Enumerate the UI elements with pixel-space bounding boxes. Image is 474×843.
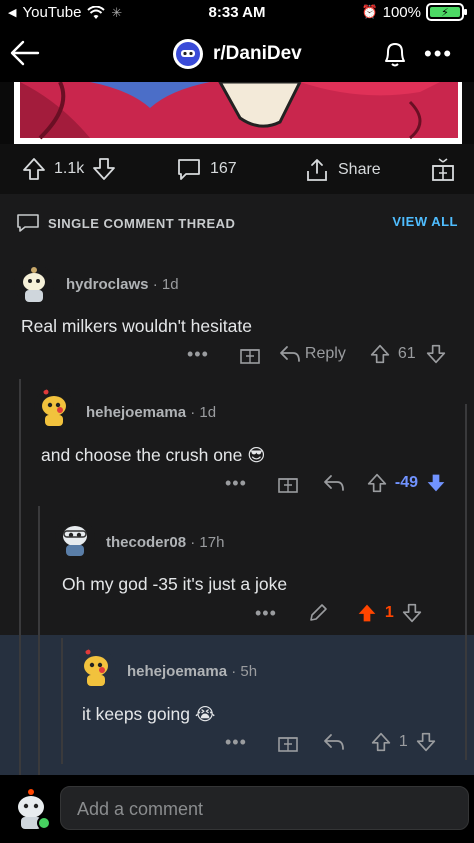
username[interactable]: hehejoemama [127, 663, 227, 680]
comments-button[interactable]: 167 [176, 157, 237, 181]
upvote-icon[interactable] [371, 732, 391, 752]
comment-body: and choose the crush one 😎 [41, 445, 266, 466]
more-options-icon[interactable]: ••• [424, 41, 453, 67]
avatar[interactable] [55, 518, 95, 558]
thread-line [38, 506, 40, 775]
top-nav: r/DaniDev ••• [0, 26, 474, 82]
subreddit-link[interactable]: r/DaniDev [173, 39, 302, 69]
current-user-avatar[interactable] [10, 787, 52, 831]
thread-line [465, 404, 467, 760]
edit-icon[interactable] [307, 602, 329, 624]
comment-actions: ••• -49 [225, 472, 446, 494]
comment-actions: ••• Reply 61 [187, 343, 446, 365]
bell-icon[interactable] [380, 38, 410, 70]
comment-icon [178, 159, 200, 180]
comment-meta: hydroclaws · 1d [66, 276, 179, 293]
comment-body: it keeps going 😭 [82, 704, 215, 725]
add-comment-input[interactable]: Add a comment [60, 786, 469, 830]
avatar[interactable] [14, 264, 54, 304]
downvote-icon[interactable] [92, 157, 116, 181]
comment-age: 17h [199, 534, 225, 551]
view-all-link[interactable]: VIEW ALL [392, 214, 458, 229]
alarm-icon: ⏰ [361, 4, 378, 19]
avatar[interactable] [34, 388, 74, 428]
back-arrow-icon[interactable] [8, 36, 42, 70]
upvote-icon[interactable] [370, 344, 390, 364]
reply-label[interactable]: Reply [305, 345, 346, 363]
battery-icon: ⚡ [426, 3, 467, 21]
award-button[interactable] [430, 157, 456, 183]
add-comment-placeholder: Add a comment [77, 799, 204, 819]
comment-body: Real milkers wouldn't hesitate [21, 316, 252, 336]
more-icon[interactable]: ••• [187, 344, 209, 365]
comment-count: 167 [210, 160, 237, 177]
post-score: 1.1k [54, 160, 85, 177]
comment-score: 1 [398, 733, 408, 750]
comment-score: 1 [384, 604, 394, 621]
comment-actions: ••• 1 [225, 731, 436, 753]
comment-body: Oh my god -35 it's just a joke [62, 574, 288, 594]
downvote-icon[interactable] [416, 732, 436, 752]
comment-meta: hehejoemama · 5h [127, 663, 258, 680]
upvote-active-icon[interactable] [357, 603, 377, 623]
post-image[interactable] [0, 82, 474, 144]
upvote-icon[interactable] [367, 473, 387, 493]
thread-line [19, 379, 21, 775]
post-action-bar: 1.1k 167 Share [0, 144, 474, 194]
comment-meta: hehejoemama · 1d [86, 404, 217, 421]
share-icon [307, 159, 327, 181]
downvote-active-icon[interactable] [426, 473, 446, 493]
avatar[interactable] [76, 648, 116, 688]
comment-thread-icon [17, 214, 39, 232]
comment-score: -49 [394, 474, 419, 491]
thread-label: SINGLE COMMENT THREAD [48, 215, 236, 231]
share-button[interactable]: Share [304, 157, 381, 183]
comment-age: 1d [199, 404, 217, 421]
upvote-icon[interactable] [22, 157, 46, 181]
comment-text: and choose the crush one [41, 445, 243, 465]
reply-icon[interactable] [323, 474, 345, 492]
post-vote: 1.1k [22, 157, 116, 181]
comment-composer: Add a comment [0, 775, 474, 843]
share-label: Share [338, 161, 381, 178]
comment-text: it keeps going [82, 704, 190, 724]
subreddit-avatar [173, 39, 203, 69]
downvote-icon[interactable] [426, 344, 446, 364]
comment-meta: thecoder08 · 17h [106, 534, 225, 551]
subreddit-name: r/DaniDev [213, 43, 302, 64]
emoji: 😭 [194, 704, 216, 724]
comment-actions: ••• 1 [255, 602, 422, 624]
gift-icon[interactable] [239, 343, 261, 365]
comment-age: 5h [240, 663, 258, 680]
comment-thread: hydroclaws · 1d Real milkers wouldn't he… [0, 248, 474, 775]
emoji: 😎 [247, 445, 266, 465]
username[interactable]: hehejoemama [86, 404, 186, 421]
downvote-icon[interactable] [402, 603, 422, 623]
gift-icon [432, 158, 454, 181]
status-bar: ◀ YouTube ✳ 8:33 AM ⏰ 100% ⚡ [0, 0, 474, 26]
gift-icon[interactable] [277, 731, 299, 753]
more-icon[interactable]: ••• [225, 473, 247, 494]
highlighted-comment-bg [0, 635, 474, 775]
comment-score: 61 [397, 345, 416, 362]
username[interactable]: thecoder08 [106, 534, 186, 551]
thread-line [61, 638, 63, 764]
reply-icon[interactable] [323, 733, 345, 751]
reply-icon[interactable] [279, 345, 301, 363]
more-icon[interactable]: ••• [255, 603, 277, 624]
single-thread-bar: SINGLE COMMENT THREAD VIEW ALL [0, 194, 474, 248]
gift-icon[interactable] [277, 472, 299, 494]
more-icon[interactable]: ••• [225, 732, 247, 753]
username[interactable]: hydroclaws [66, 276, 149, 293]
battery-percent: 100% [382, 3, 421, 21]
comment-age: 1d [161, 276, 179, 293]
